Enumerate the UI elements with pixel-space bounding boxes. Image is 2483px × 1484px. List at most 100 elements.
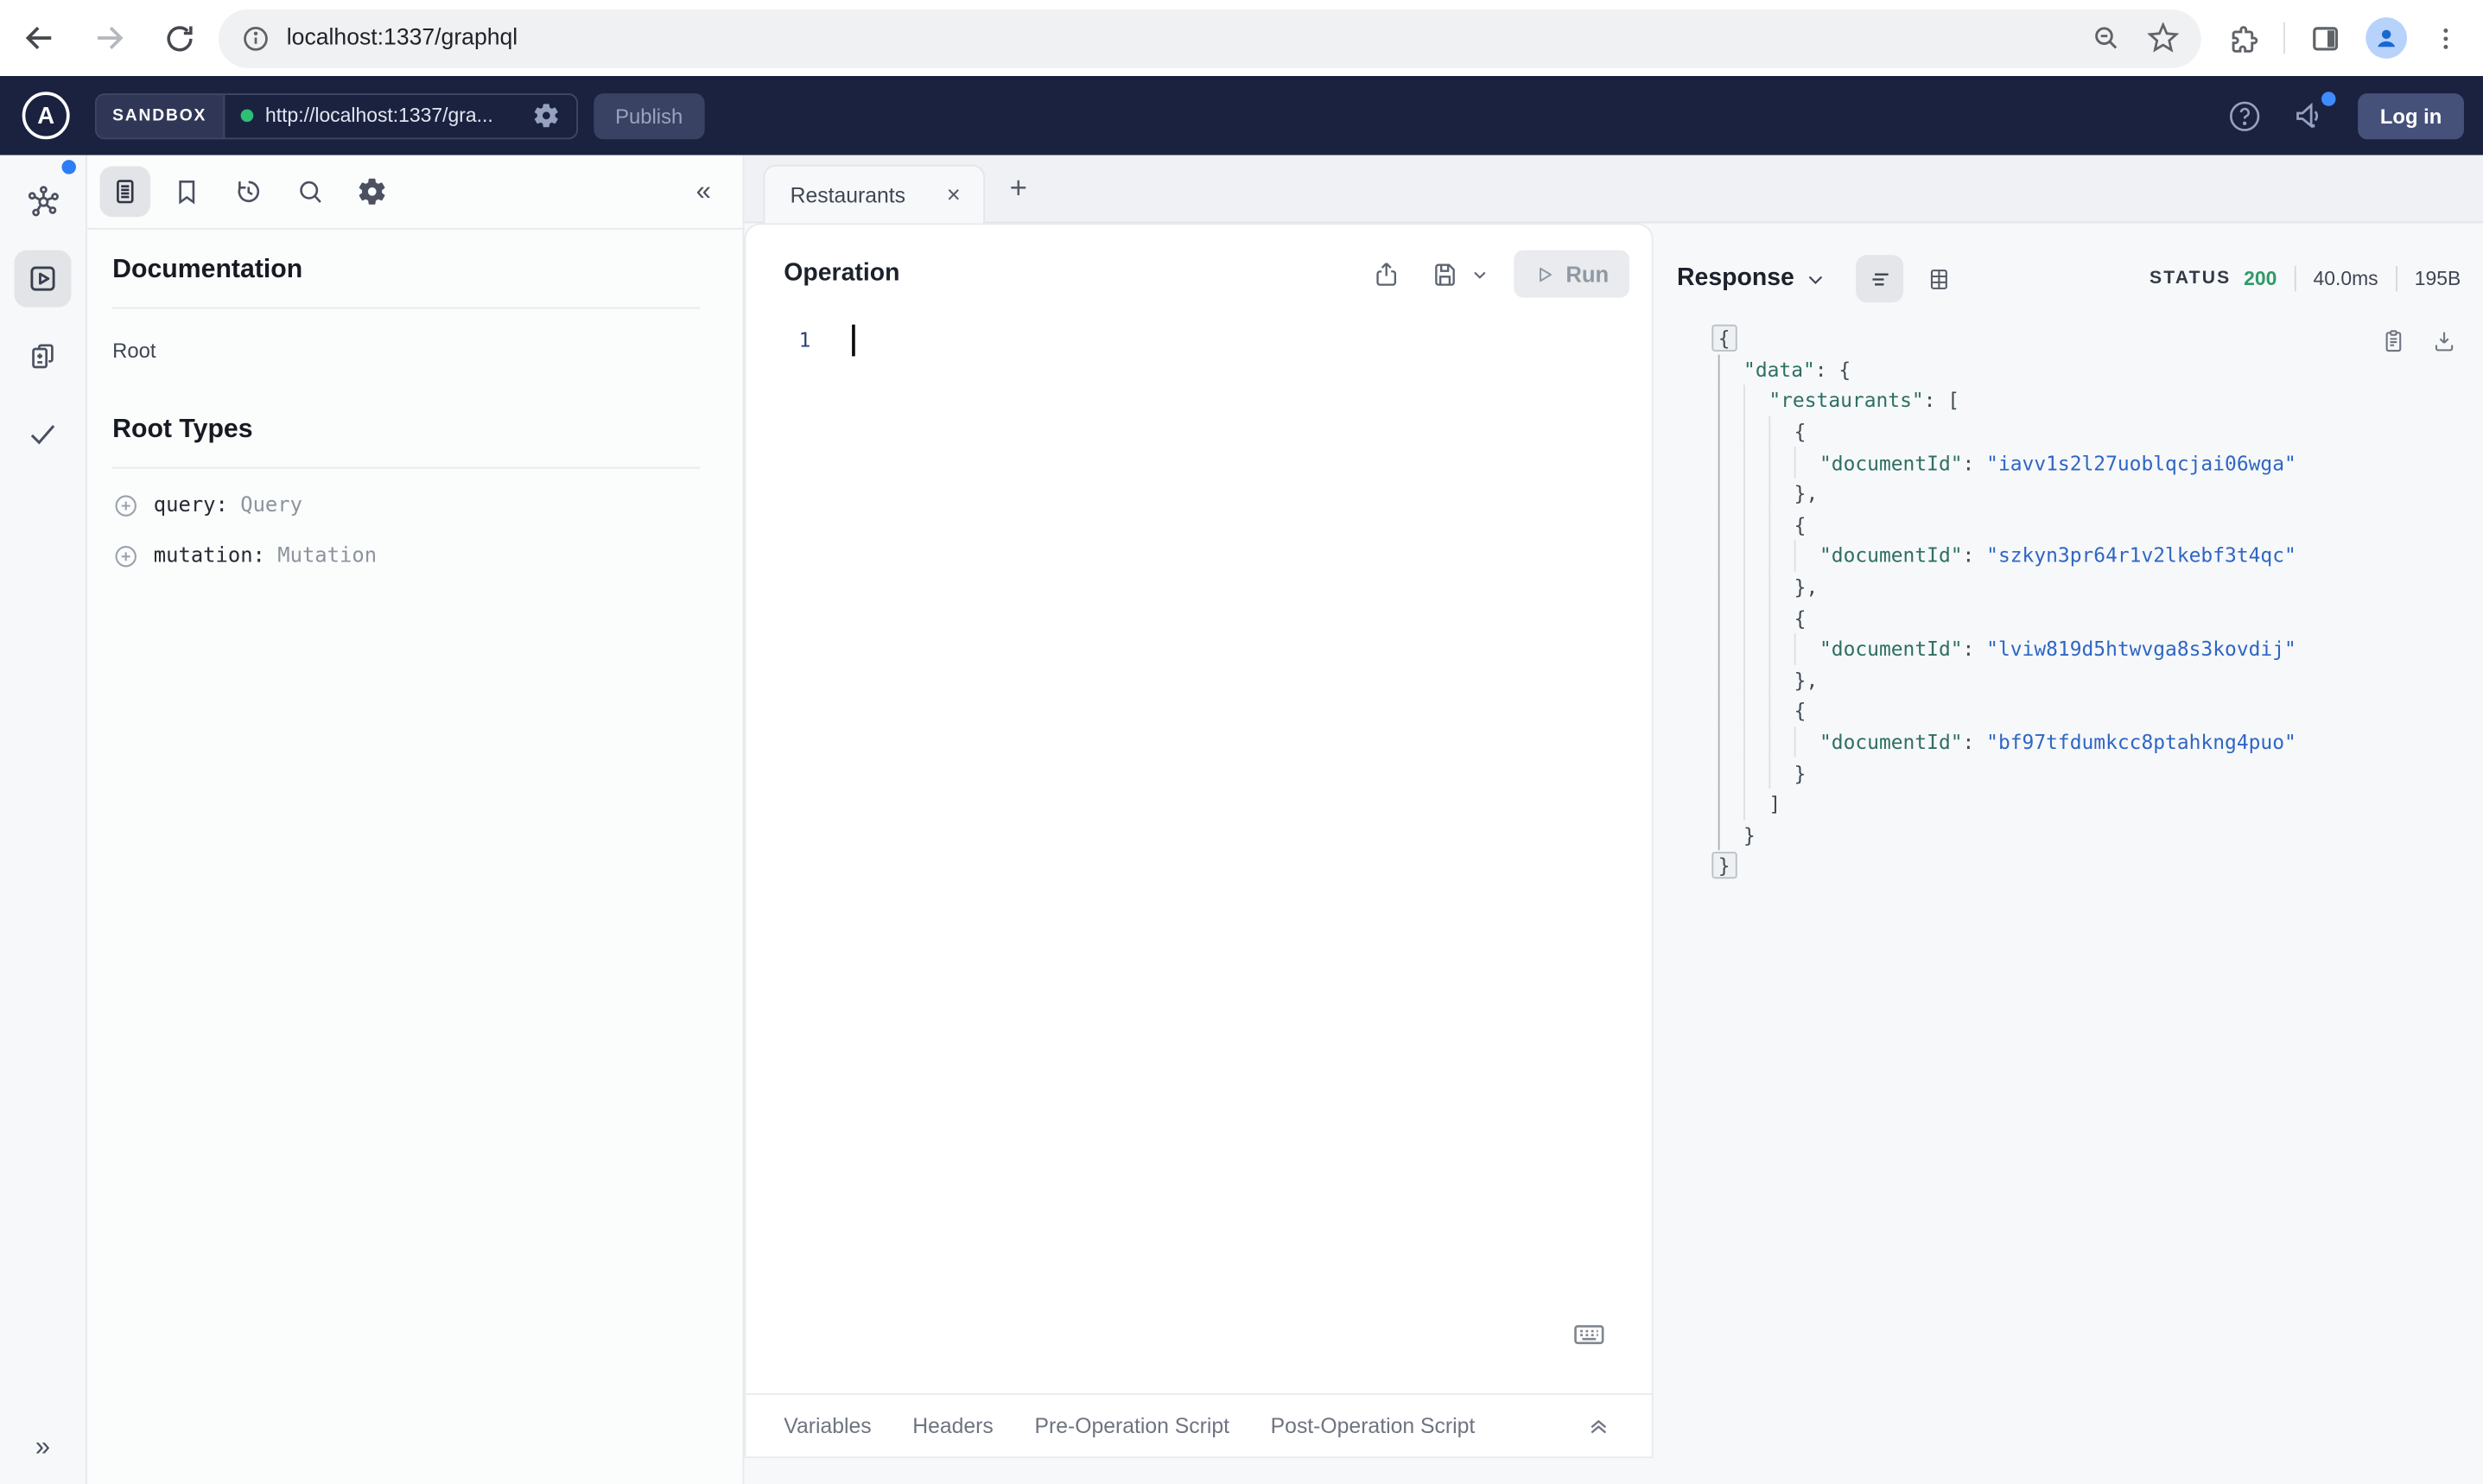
run-button[interactable]: Run [1513,250,1630,298]
response-table-view-icon[interactable] [1915,255,1962,302]
response-time: 40.0ms [2313,267,2378,290]
status-code: 200 [2244,267,2277,290]
save-operation-group[interactable] [1423,252,1488,295]
keyboard-shortcuts-icon[interactable] [1571,1315,1607,1351]
collapse-panel-icon[interactable] [1587,1413,1610,1436]
add-query-icon[interactable] [112,492,139,519]
bookmark-star-icon[interactable] [2147,22,2180,54]
extensions-icon[interactable] [2226,22,2259,54]
operation-title: Operation [784,259,900,287]
response-title: Response [1677,264,1794,292]
response-json-line: } [1718,819,2483,851]
divider [2294,265,2296,292]
sidebar-item-checks[interactable] [14,405,71,462]
apollo-sandbox-app: localhost:1337/graphql A SANDBOX http://… [0,0,2483,1484]
help-icon[interactable] [2226,98,2263,134]
new-tab-icon[interactable]: + [1010,173,1027,207]
endpoint-settings-gear-icon[interactable] [531,101,560,130]
documentation-panel: « Documentation Root Root Types query: Q… [86,155,745,1484]
announcements-megaphone-icon[interactable] [2291,92,2336,135]
docs-root-link[interactable]: Root [112,339,700,362]
toolbar-divider [2283,22,2285,54]
close-tab-icon[interactable]: × [947,183,961,206]
publish-button[interactable]: Publish [593,92,705,139]
response-json-line: "data": { [1718,353,2483,385]
browser-address-bar[interactable]: localhost:1337/graphql [218,9,2201,67]
add-mutation-icon[interactable] [112,543,139,570]
editor-line-number: 1 [798,327,811,352]
root-type-mutation-row[interactable]: mutation: Mutation [112,543,700,570]
save-operation-icon[interactable] [1423,252,1465,295]
settings-tab-icon[interactable] [346,166,397,217]
response-json-line: "documentId": "iavv1s2l27uoblqcjai06wga" [1718,447,2483,479]
site-info-icon[interactable] [241,23,271,54]
response-json-line: "documentId": "bf97tfdumkcc8ptahkng4puo" [1718,726,2483,758]
operation-column: Operation Run 1 Variables Headers Pre-Op… [744,223,1654,1484]
response-json-line: }, [1718,663,2483,695]
response-json-line: } [1718,757,2483,789]
sidebar-item-operations[interactable] [14,250,72,308]
side-panel-icon[interactable] [2308,22,2341,54]
tab-headers[interactable]: Headers [912,1413,994,1436]
status-label: STATUS [2150,269,2232,289]
response-json-line: { [1711,323,2483,354]
sidebar-item-schema[interactable] [14,173,71,230]
root-types-title: Root Types [112,415,253,444]
response-json-line: "documentId": "lviw819d5htwvga8s3kovdij" [1718,633,2483,664]
documentation-tab-icon[interactable] [99,166,151,218]
notification-dot [2321,92,2336,106]
docs-toolbar: « [86,155,743,230]
browser-profile-avatar[interactable] [2366,17,2408,59]
root-type-query-row[interactable]: query: Query [112,492,700,519]
expand-rail-icon[interactable]: » [0,1430,86,1462]
mutation-field-label[interactable]: mutation: [154,545,265,568]
divider [2395,265,2397,292]
download-response-icon[interactable] [2431,327,2458,354]
query-field-label[interactable]: query: [154,494,228,517]
share-operation-icon[interactable] [1365,252,1407,295]
response-json[interactable]: {"data": {"restaurants": [{"documentId":… [1711,323,2483,881]
zoom-out-icon[interactable] [2090,22,2122,54]
tab-pre-operation-script[interactable]: Pre-Operation Script [1034,1413,1229,1436]
response-json-line: ] [1718,788,2483,820]
browser-back-icon[interactable] [19,17,60,59]
mutation-type-link[interactable]: Mutation [277,545,377,568]
response-json-line: "documentId": "szkyn3pr64r1v2lkebf3t4qc" [1718,540,2483,572]
response-raw-view-icon[interactable] [1856,255,1904,303]
browser-reload-icon[interactable] [158,17,200,59]
tab-post-operation-script[interactable]: Post-Operation Script [1271,1413,1476,1436]
bookmarks-tab-icon[interactable] [162,166,213,217]
workspace: Restaurants × + Operation Run 1 Variable… [744,155,2483,1484]
tab-label[interactable]: Restaurants [791,183,905,206]
query-type-link[interactable]: Query [240,494,302,517]
endpoint-url[interactable]: http://localhost:1337/gra... [265,105,518,127]
login-button[interactable]: Log in [2358,92,2464,139]
collapse-docs-icon[interactable]: « [687,175,721,207]
endpoint-input[interactable]: http://localhost:1337/gra... [224,94,575,136]
search-docs-icon[interactable] [285,166,336,217]
apollo-header: A SANDBOX http://localhost:1337/gra... P… [0,75,2483,155]
history-tab-icon[interactable] [223,166,274,217]
response-json-line: { [1718,509,2483,541]
save-dropdown-chevron-icon[interactable] [1470,265,1488,282]
docs-title: Documentation [112,255,303,284]
response-json-line: { [1718,694,2483,726]
browser-menu-icon[interactable] [2431,23,2461,54]
response-dropdown-chevron-icon[interactable] [1806,269,1826,289]
schema-update-dot [61,160,76,174]
divider [112,307,701,309]
sidebar-item-collections[interactable] [14,327,71,384]
response-json-line: }, [1718,571,2483,603]
apollo-logo[interactable]: A [22,92,70,140]
response-panel: Response STATUS 200 40.0ms 195B {"data"… [1654,223,2483,1484]
address-url[interactable]: localhost:1337/graphql [287,25,2091,50]
tab-variables[interactable]: Variables [784,1413,871,1436]
connection-status-dot [239,109,253,123]
copy-response-icon[interactable] [2380,327,2407,354]
operation-editor[interactable]: 1 [746,324,1651,1392]
tab-restaurants[interactable]: Restaurants × [763,164,985,224]
response-json-line: } [1711,850,2483,881]
endpoint-group: SANDBOX http://localhost:1337/gra... [94,92,578,139]
editor-caret [852,324,855,357]
browser-forward-icon[interactable] [89,17,130,59]
